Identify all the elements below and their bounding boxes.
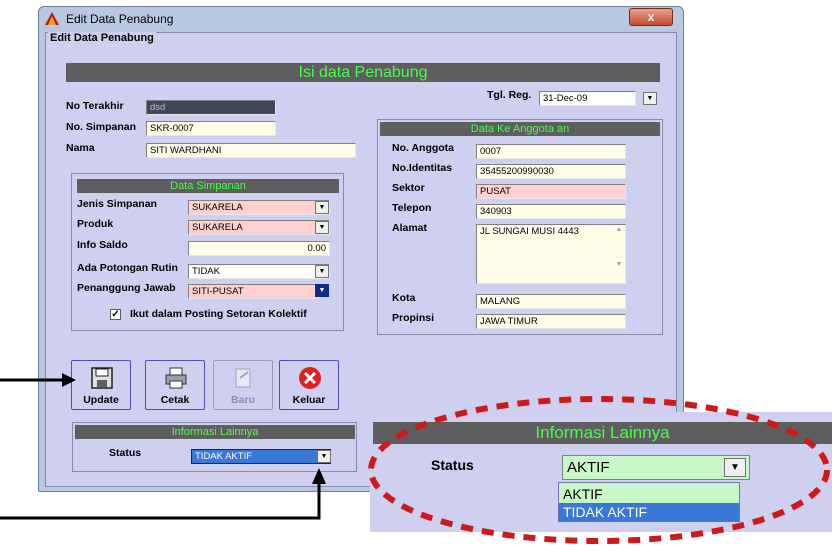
informasi-lainnya-panel: Informasi Lainnya Status TIDAK AKTIF ▼ — [72, 422, 357, 472]
jenis-simpanan-dropdown-icon[interactable]: ▼ — [315, 201, 329, 214]
alamat-scrollbar[interactable]: ▲ ▼ — [614, 226, 624, 282]
nama-field[interactable]: SITI WARDHANI — [146, 143, 356, 158]
no-terakhir-label: No Terakhir — [66, 100, 124, 112]
penanggung-jawab-label: Penanggung Jawab — [77, 282, 176, 294]
group-label: Edit Data Penabung — [48, 32, 156, 44]
data-simpanan-title: Data Simpanan — [77, 179, 339, 193]
data-anggota-title: Data Ke Anggota an — [380, 122, 660, 136]
penanggung-jawab-dropdown-icon[interactable]: ▼ — [315, 284, 329, 297]
no-terakhir-field: dsd — [146, 100, 276, 115]
zoom-option-tidak-aktif[interactable]: TIDAK AKTIF — [559, 503, 739, 521]
no-anggota-label: No. Anggota — [392, 142, 455, 154]
jenis-simpanan-label: Jenis Simpanan — [77, 198, 157, 210]
printer-icon — [165, 367, 187, 389]
app-icon — [45, 12, 59, 25]
propinsi-label: Propinsi — [392, 312, 435, 324]
ikut-posting-label: Ikut dalam Posting Setoran Kolektif — [130, 308, 307, 320]
produk-label: Produk — [77, 218, 114, 230]
produk-select[interactable]: SUKARELA — [188, 220, 330, 235]
data-anggota-panel: Data Ke Anggota an No. Anggota 0007 No.I… — [377, 119, 663, 335]
new-document-icon — [235, 368, 251, 388]
telepon-label: Telepon — [392, 202, 432, 214]
kota-field[interactable]: MALANG — [476, 294, 626, 309]
no-simpanan-label: No. Simpanan — [66, 121, 137, 133]
window-title: Edit Data Penabung — [66, 12, 174, 26]
nama-label: Nama — [66, 142, 95, 154]
baru-button[interactable]: Baru — [213, 360, 273, 410]
tgl-reg-field[interactable]: 31-Dec-09 — [539, 91, 636, 106]
sektor-label: Sektor — [392, 182, 425, 194]
zoom-status-label: Status — [431, 457, 474, 473]
data-simpanan-panel: Data Simpanan Jenis Simpanan SUKARELA ▼ … — [71, 173, 344, 331]
baru-label: Baru — [231, 394, 255, 406]
update-label: Update — [83, 394, 119, 406]
form-banner: Isi data Penabung — [66, 63, 660, 82]
informasi-lainnya-title: Informasi Lainnya — [75, 425, 355, 439]
propinsi-field[interactable]: JAWA TIMUR — [476, 314, 626, 329]
status-select[interactable]: TIDAK AKTIF — [191, 449, 331, 464]
status-dropdown-icon[interactable]: ▼ — [317, 450, 331, 463]
title-bar: Edit Data Penabung x — [39, 7, 683, 31]
telepon-field[interactable]: 340903 — [476, 204, 626, 219]
potongan-rutin-select[interactable]: TIDAK — [188, 264, 330, 279]
zoomed-status-inset: Informasi Lainnya Status AKTIF ▼ AKTIF T… — [370, 412, 832, 532]
update-button[interactable]: Update — [71, 360, 131, 410]
keluar-label: Keluar — [292, 394, 326, 406]
ikut-posting-checkbox[interactable]: ✓ — [110, 309, 121, 320]
no-anggota-field[interactable]: 0007 — [476, 144, 626, 159]
sektor-field[interactable]: PUSAT — [476, 184, 626, 199]
zoom-status-dropdown-icon[interactable]: ▼ — [724, 458, 746, 477]
potongan-rutin-dropdown-icon[interactable]: ▼ — [315, 265, 329, 278]
keluar-button[interactable]: Keluar — [279, 360, 339, 410]
status-label: Status — [109, 447, 142, 459]
no-identitas-label: No.Identitas — [392, 162, 453, 174]
no-identitas-field[interactable]: 35455200990030 — [476, 164, 626, 179]
save-disk-icon — [91, 367, 113, 389]
jenis-simpanan-select[interactable]: SUKARELA — [188, 200, 330, 215]
alamat-textarea[interactable]: JL SUNGAI MUSI 4443 — [476, 224, 626, 284]
penanggung-jawab-select[interactable]: SITI-PUSAT — [188, 284, 320, 299]
zoom-status-select[interactable]: AKTIF — [562, 455, 750, 480]
tgl-reg-dropdown-icon[interactable]: ▼ — [643, 92, 657, 105]
exit-x-icon — [299, 367, 321, 389]
produk-dropdown-icon[interactable]: ▼ — [315, 221, 329, 234]
info-saldo-label: Info Saldo — [77, 239, 128, 251]
close-button[interactable]: x — [629, 8, 673, 26]
no-simpanan-field[interactable]: SKR-0007 — [146, 121, 276, 136]
info-saldo-field: 0.00 — [188, 241, 330, 256]
potongan-rutin-label: Ada Potongan Rutin — [77, 262, 178, 274]
cetak-label: Cetak — [160, 394, 190, 406]
tgl-reg-label: Tgl. Reg. — [487, 89, 532, 101]
zoom-status-options-list: AKTIF TIDAK AKTIF — [558, 482, 740, 522]
alamat-label: Alamat — [392, 222, 428, 234]
zoom-option-aktif[interactable]: AKTIF — [559, 485, 739, 503]
kota-label: Kota — [392, 292, 416, 304]
cetak-button[interactable]: Cetak — [145, 360, 205, 410]
zoom-informasi-title: Informasi Lainnya — [373, 422, 832, 444]
